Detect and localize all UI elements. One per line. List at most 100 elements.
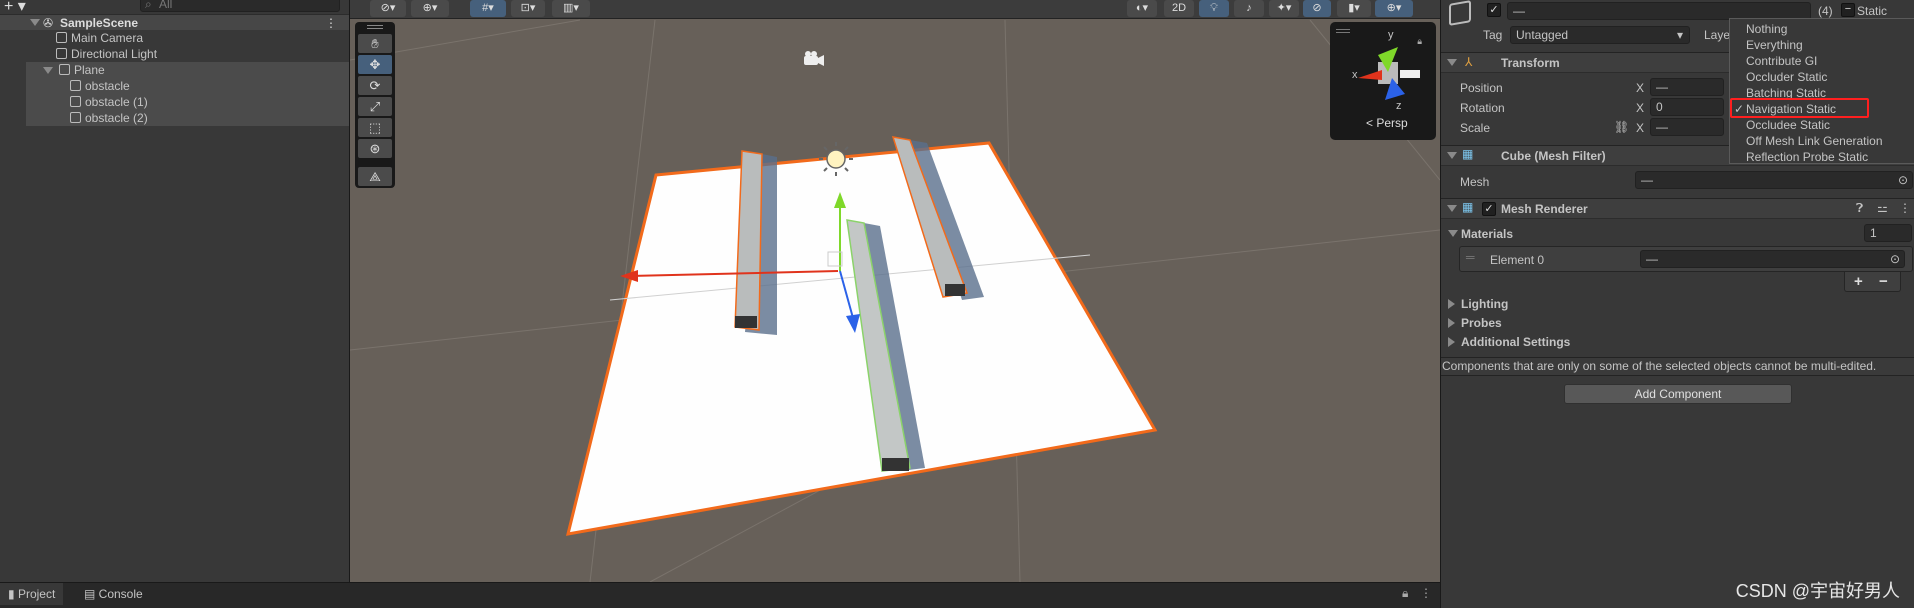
- mesh-renderer-header[interactable]: ▦ ✓ Mesh Renderer ❓︎ ⚍ ⋮: [1441, 198, 1914, 219]
- tab-project[interactable]: ▮ Project: [0, 583, 64, 605]
- menu-item-everything[interactable]: Everything: [1730, 37, 1914, 53]
- object-picker-icon[interactable]: ⊙: [1898, 172, 1908, 188]
- scale-tool-icon[interactable]: ⤢: [358, 97, 392, 116]
- audio-toggle-icon[interactable]: ♪: [1234, 0, 1264, 17]
- hierarchy-panel: + ▾ ⌕ All ✇ SampleScene ⋮ Main Camera Dir…: [0, 0, 350, 582]
- custom-tool-icon[interactable]: ⟁: [358, 167, 392, 186]
- collapse-icon[interactable]: [1447, 205, 1457, 212]
- hierarchy-item[interactable]: obstacle (2): [0, 110, 349, 126]
- static-label[interactable]: Static: [1857, 4, 1887, 18]
- item-label: Plane: [74, 63, 105, 77]
- obstacle-end: [945, 284, 965, 296]
- scene-viewport[interactable]: [350, 0, 1440, 582]
- scene-view[interactable]: ⊘▾ ⊕▾ #▾ ⊡▾ ▥▾ ◐▾ 2D 💡︎ ♪ ✦▾ ⊘ ▮▾ ⊕▾ ✋︎ …: [350, 0, 1440, 582]
- hierarchy-item[interactable]: Main Camera: [0, 30, 349, 46]
- transform-tool-icon[interactable]: ⊛: [358, 139, 392, 158]
- lighting-toggle-icon[interactable]: 💡︎: [1199, 0, 1229, 17]
- tab-console[interactable]: ▤ Console: [76, 583, 151, 605]
- menu-item-nothing[interactable]: Nothing: [1730, 21, 1914, 37]
- enabled-checkbox[interactable]: ✓: [1482, 202, 1496, 216]
- constrain-proportions-icon[interactable]: ⛓: [1614, 120, 1629, 134]
- help-icon[interactable]: ❓︎: [1856, 201, 1863, 216]
- grid-toggle-button[interactable]: ▥▾: [552, 0, 590, 17]
- additional-settings-foldout[interactable]: Additional Settings: [1461, 335, 1570, 349]
- active-checkbox[interactable]: ✓: [1487, 3, 1501, 17]
- more-icon[interactable]: ⋮: [1420, 586, 1432, 600]
- unity-scene-icon: ✇: [43, 16, 54, 30]
- menu-item-label: Contribute GI: [1746, 54, 1818, 68]
- scene-visibility-icon[interactable]: ⊘: [1303, 0, 1331, 17]
- hand-tool-icon[interactable]: ✋︎: [358, 34, 392, 53]
- 2d-toggle-button[interactable]: 2D: [1164, 0, 1194, 17]
- drag-handle-icon[interactable]: [367, 25, 383, 29]
- presets-icon[interactable]: ⚍: [1877, 201, 1888, 215]
- materials-label: Materials: [1461, 227, 1514, 241]
- selection-count: (4): [1818, 4, 1833, 18]
- component-title: Cube (Mesh Filter): [1501, 149, 1606, 163]
- collapse-icon[interactable]: [1448, 230, 1458, 237]
- gizmos-button[interactable]: ⊕▾: [1375, 0, 1413, 17]
- menu-item-contribute-gi[interactable]: Contribute GI: [1730, 53, 1914, 69]
- shading-mode-button[interactable]: ◐▾: [1127, 0, 1157, 17]
- menu-item-label: Occludee Static: [1746, 118, 1831, 132]
- more-icon[interactable]: ⋮: [325, 15, 337, 31]
- position-x-input[interactable]: —: [1650, 78, 1724, 96]
- projection-toggle[interactable]: < Persp: [1366, 116, 1408, 130]
- rect-tool-icon[interactable]: ⬚: [358, 118, 392, 137]
- reorder-handle-icon[interactable]: ═: [1466, 250, 1475, 264]
- camera-icon[interactable]: [804, 51, 824, 66]
- probes-foldout[interactable]: Probes: [1461, 316, 1502, 330]
- add-component-button[interactable]: Add Component: [1564, 384, 1792, 404]
- global-toggle-button[interactable]: ⊕▾: [411, 0, 449, 17]
- hierarchy-search-input[interactable]: ⌕ All: [140, 0, 340, 12]
- expand-icon[interactable]: [30, 19, 40, 26]
- move-tool-icon[interactable]: ✥: [358, 55, 392, 74]
- effects-toggle-icon[interactable]: ✦▾: [1269, 0, 1299, 17]
- gameobject-icon: [1449, 0, 1471, 26]
- draw-mode-button[interactable]: ⊘▾: [370, 0, 406, 17]
- menu-item-label: Off Mesh Link Generation: [1746, 134, 1883, 148]
- menu-item-occludee-static[interactable]: Occludee Static: [1730, 117, 1914, 133]
- menu-item-off-mesh-link-generation[interactable]: Off Mesh Link Generation: [1730, 133, 1914, 149]
- plane-object[interactable]: [565, 141, 1158, 536]
- add-element-button[interactable]: +: [1854, 273, 1863, 290]
- camera-settings-icon[interactable]: ▮▾: [1337, 0, 1371, 17]
- x-axis-label: x: [1352, 69, 1358, 81]
- lock-icon[interactable]: 🔒︎: [1402, 586, 1408, 601]
- static-checkbox[interactable]: −: [1841, 3, 1855, 17]
- hierarchy-item[interactable]: obstacle: [0, 78, 349, 94]
- orientation-gizmo[interactable]: 🔒︎ y x z < Persp: [1330, 22, 1436, 140]
- inspector-panel: ✓ — (4) − Static Tag Untagged ▾ Layer ⅄ T…: [1440, 0, 1914, 608]
- object-picker-icon[interactable]: ⊙: [1890, 251, 1900, 267]
- y-axis-label: y: [1388, 29, 1394, 41]
- remove-element-button[interactable]: −: [1879, 273, 1888, 290]
- x-label: X: [1636, 121, 1645, 135]
- hierarchy-item[interactable]: obstacle (1): [0, 94, 349, 110]
- more-icon[interactable]: ⋮: [1899, 201, 1911, 215]
- expand-icon[interactable]: [1448, 299, 1455, 309]
- material-field[interactable]: — ⊙: [1640, 250, 1905, 268]
- collapse-icon[interactable]: [1447, 59, 1457, 66]
- increment-snap-button[interactable]: ⊡▾: [511, 0, 545, 17]
- grid-snap-button[interactable]: #▾: [470, 0, 506, 17]
- mesh-field[interactable]: — ⊙: [1635, 171, 1913, 189]
- expand-icon[interactable]: [1448, 318, 1455, 328]
- hierarchy-item[interactable]: Plane: [0, 62, 349, 78]
- scene-name: SampleScene: [60, 16, 139, 30]
- folder-icon: ▮: [8, 587, 18, 601]
- collapse-icon[interactable]: [1447, 152, 1457, 159]
- menu-item-occluder-static[interactable]: Occluder Static: [1730, 69, 1914, 85]
- rotation-x-input[interactable]: 0: [1650, 98, 1724, 116]
- rotate-tool-icon[interactable]: ⟳: [358, 76, 392, 95]
- material-value: —: [1646, 252, 1658, 266]
- expand-icon[interactable]: [43, 67, 53, 74]
- scale-x-input[interactable]: —: [1650, 118, 1724, 136]
- scene-row[interactable]: ✇ SampleScene ⋮: [0, 14, 349, 30]
- menu-item-reflection-probe-static[interactable]: Reflection Probe Static: [1730, 149, 1914, 165]
- materials-size-input[interactable]: 1: [1864, 224, 1912, 242]
- expand-icon[interactable]: [1448, 337, 1455, 347]
- scale-label: Scale: [1460, 121, 1491, 135]
- hierarchy-item[interactable]: Directional Light: [0, 46, 349, 62]
- tag-dropdown[interactable]: Untagged ▾: [1510, 26, 1690, 44]
- lighting-foldout[interactable]: Lighting: [1461, 297, 1508, 311]
